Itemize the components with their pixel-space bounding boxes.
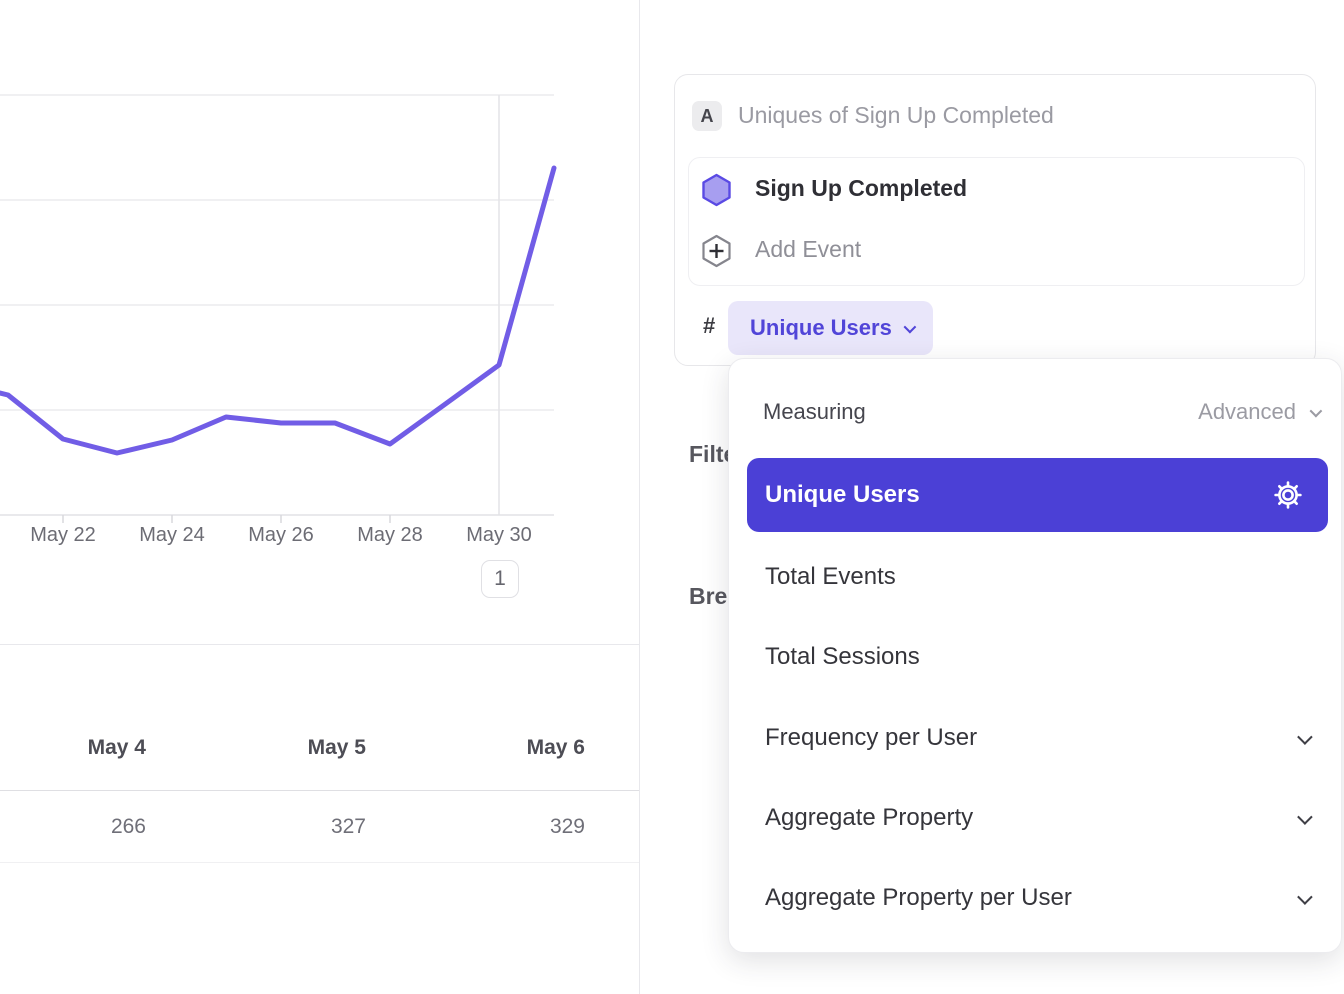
menu-item-aggregate-property-per-user[interactable]: Aggregate Property per User bbox=[765, 881, 1309, 915]
pagination-badge[interactable]: 1 bbox=[481, 560, 519, 598]
menu-item-label: Total Sessions bbox=[765, 643, 920, 671]
table-column-header[interactable]: May 5 bbox=[147, 733, 366, 763]
measuring-mode-selector[interactable]: Advanced bbox=[1198, 399, 1319, 425]
table-cell-value: 327 bbox=[147, 812, 366, 842]
measurement-hash-symbol: # bbox=[703, 313, 715, 339]
measuring-dropdown-menu: Measuring Advanced Unique Users Total Ev… bbox=[728, 358, 1342, 953]
series-badge: A bbox=[692, 101, 722, 131]
menu-item-total-sessions[interactable]: Total Sessions bbox=[765, 640, 1309, 674]
chevron-down-icon bbox=[1310, 404, 1323, 417]
table-cell-value: 266 bbox=[0, 812, 146, 842]
measuring-label: Measuring bbox=[763, 399, 866, 425]
chevron-down-icon bbox=[1297, 809, 1313, 825]
divider bbox=[0, 862, 639, 863]
event-name[interactable]: Sign Up Completed bbox=[755, 175, 967, 202]
menu-item-unique-users[interactable]: Unique Users bbox=[747, 458, 1328, 532]
chevron-down-icon bbox=[1297, 729, 1313, 745]
filters-section-label: Filters bbox=[689, 441, 728, 471]
measurement-dropdown-trigger[interactable]: Unique Users bbox=[728, 301, 933, 355]
measuring-mode-value: Advanced bbox=[1198, 399, 1296, 425]
menu-item-label: Aggregate Property per User bbox=[765, 884, 1072, 912]
x-tick-label: May 30 bbox=[454, 524, 544, 547]
chart-gridlines bbox=[0, 95, 554, 523]
menu-item-aggregate-property[interactable]: Aggregate Property bbox=[765, 801, 1309, 835]
chevron-down-icon bbox=[1297, 889, 1313, 905]
gear-icon[interactable] bbox=[1272, 479, 1304, 511]
event-hexagon-icon bbox=[701, 173, 732, 207]
table-column-header[interactable]: May 6 bbox=[366, 733, 585, 763]
measuring-menu-header: Measuring Advanced bbox=[763, 397, 1319, 427]
x-tick-label: May 24 bbox=[127, 524, 217, 547]
series-title: Uniques of Sign Up Completed bbox=[738, 102, 1054, 129]
chevron-down-icon bbox=[903, 320, 916, 333]
divider bbox=[0, 644, 639, 645]
line-chart[interactable] bbox=[0, 0, 640, 650]
divider bbox=[0, 790, 639, 791]
x-tick-label: May 28 bbox=[345, 524, 435, 547]
menu-item-label: Unique Users bbox=[765, 481, 920, 509]
x-tick-label: May 22 bbox=[18, 524, 108, 547]
add-event-icon[interactable] bbox=[701, 234, 732, 268]
event-card: Sign Up Completed Add Event bbox=[688, 157, 1305, 286]
breakdowns-section-label: Breakdowns bbox=[689, 583, 728, 613]
chart-pane: May 22 May 24 May 26 May 28 May 30 1 May… bbox=[0, 0, 640, 994]
menu-item-frequency-per-user[interactable]: Frequency per User bbox=[765, 721, 1309, 755]
table-column-header[interactable]: May 4 bbox=[0, 733, 146, 763]
menu-item-label: Total Events bbox=[765, 563, 896, 591]
x-tick-label: May 26 bbox=[236, 524, 326, 547]
add-event-label[interactable]: Add Event bbox=[755, 236, 861, 263]
menu-item-label: Frequency per User bbox=[765, 724, 977, 752]
query-builder-card: A Uniques of Sign Up Completed Sign Up C… bbox=[674, 74, 1316, 366]
menu-item-total-events[interactable]: Total Events bbox=[765, 560, 1309, 594]
x-axis-ticks bbox=[63, 515, 390, 523]
table-cell-value: 329 bbox=[366, 812, 585, 842]
measurement-value: Unique Users bbox=[750, 315, 892, 341]
menu-item-label: Aggregate Property bbox=[765, 804, 973, 832]
